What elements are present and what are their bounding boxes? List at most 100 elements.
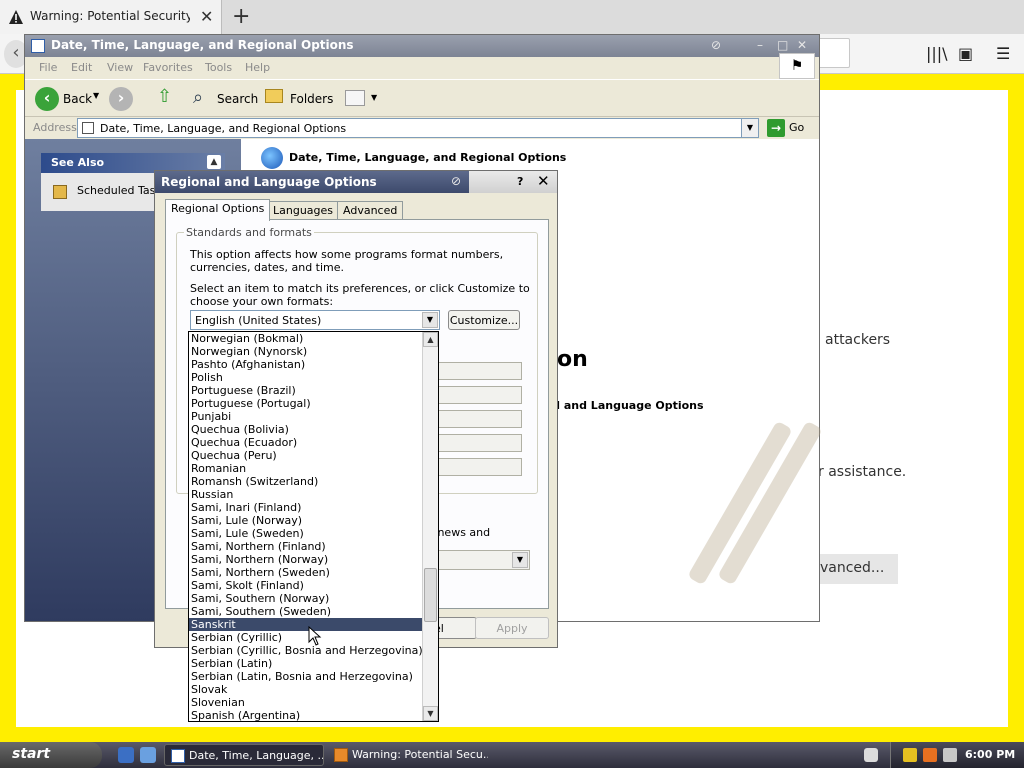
- dropdown-option[interactable]: Sami, Lule (Norway): [189, 514, 423, 527]
- tab-regional-options[interactable]: Regional Options: [165, 199, 271, 221]
- menu-edit[interactable]: Edit: [71, 61, 92, 74]
- browser-tab-title: Warning: Potential Security Risk Ah: [30, 9, 190, 23]
- dropdown-option[interactable]: Quechua (Ecuador): [189, 436, 423, 449]
- close-tab-icon[interactable]: ✕: [200, 7, 213, 26]
- taskbar-item-control-panel[interactable]: Date, Time, Language, ...: [164, 744, 324, 766]
- customize-button[interactable]: Customize...: [448, 310, 520, 330]
- address-bar: Address Date, Time, Language, and Region…: [25, 117, 819, 139]
- views-dropdown-icon[interactable]: ▼: [371, 93, 377, 102]
- dropdown-option[interactable]: Sami, Inari (Finland): [189, 501, 423, 514]
- dropdown-option[interactable]: Punjabi: [189, 410, 423, 423]
- dialog-pin-icon[interactable]: ⊘: [451, 174, 461, 188]
- maximize-icon[interactable]: □: [777, 38, 788, 52]
- chevron-down-icon[interactable]: ▼: [422, 312, 438, 328]
- library-icon[interactable]: |||\: [926, 44, 948, 63]
- security-shield-icon[interactable]: [903, 748, 917, 762]
- address-dropdown-icon[interactable]: ▼: [741, 118, 759, 138]
- dropdown-option[interactable]: Norwegian (Nynorsk): [189, 345, 423, 358]
- scroll-up-icon[interactable]: ▲: [423, 332, 438, 347]
- forward-arrow-icon[interactable]: ›: [109, 87, 133, 111]
- menu-file[interactable]: File: [39, 61, 57, 74]
- folders-button[interactable]: Folders: [290, 92, 333, 106]
- tab-languages[interactable]: Languages: [267, 201, 340, 219]
- help-button[interactable]: ?: [517, 175, 523, 188]
- back-dropdown-icon[interactable]: ▼: [93, 91, 99, 100]
- dropdown-option[interactable]: Sami, Northern (Sweden): [189, 566, 423, 579]
- apply-button[interactable]: Apply: [475, 617, 549, 639]
- firefox-icon: [334, 748, 348, 762]
- scheduled-tasks-icon: [53, 185, 67, 199]
- window-titlebar[interactable]: Date, Time, Language, and Regional Optio…: [25, 35, 819, 57]
- dropdown-option[interactable]: Quechua (Bolivia): [189, 423, 423, 436]
- dropdown-option[interactable]: Portuguese (Portugal): [189, 397, 423, 410]
- scroll-down-icon[interactable]: ▼: [423, 706, 438, 721]
- sidebar-icon[interactable]: ▣: [958, 44, 973, 63]
- views-icon[interactable]: [345, 90, 365, 106]
- page-text-assistance: r assistance.: [818, 464, 907, 480]
- taskbar-item-firefox[interactable]: Warning: Potential Secu...: [328, 744, 488, 766]
- pin-icon[interactable]: ⊘: [711, 38, 721, 52]
- search-button[interactable]: Search: [217, 92, 258, 106]
- dropdown-option[interactable]: Sami, Skolt (Finland): [189, 579, 423, 592]
- clock: 6:00 PM: [965, 748, 1016, 761]
- watermark-graphic: [689, 422, 821, 584]
- dropdown-option[interactable]: Serbian (Cyrillic, Bosnia and Herzegovin…: [189, 644, 423, 657]
- dropdown-option[interactable]: Slovenian: [189, 696, 423, 709]
- browser-tab[interactable]: Warning: Potential Security Risk Ah ✕: [0, 0, 222, 34]
- dropdown-option[interactable]: Russian: [189, 488, 423, 501]
- ie-icon[interactable]: [118, 747, 134, 763]
- format-select[interactable]: English (United States) ▼: [190, 310, 440, 330]
- dropdown-options: Norwegian (Bokmal) Norwegian (Nynorsk) Pas…: [189, 332, 423, 721]
- address-field[interactable]: Date, Time, Language, and Regional Optio…: [77, 118, 759, 138]
- dropdown-option[interactable]: Serbian (Latin): [189, 657, 423, 670]
- menu-tools[interactable]: Tools: [205, 61, 232, 74]
- dropdown-option[interactable]: Spanish (Argentina): [189, 709, 423, 721]
- quicklaunch-icon[interactable]: [140, 747, 156, 763]
- dropdown-option[interactable]: Portuguese (Brazil): [189, 384, 423, 397]
- dropdown-scrollbar[interactable]: ▲ ▼: [422, 332, 438, 721]
- new-tab-button[interactable]: +: [232, 4, 250, 29]
- dialog-titlebar[interactable]: Regional and Language Options ⊘ ? ✕: [155, 171, 557, 193]
- format-select-value: English (United States): [195, 314, 322, 327]
- control-panel-icon: [82, 122, 94, 134]
- dropdown-option[interactable]: Sami, Southern (Sweden): [189, 605, 423, 618]
- tray-search-icon[interactable]: [923, 748, 937, 762]
- scroll-thumb[interactable]: [424, 568, 437, 622]
- go-arrow-icon[interactable]: →: [767, 119, 785, 137]
- dropdown-option[interactable]: Slovak: [189, 683, 423, 696]
- dropdown-option[interactable]: Romansh (Switzerland): [189, 475, 423, 488]
- dropdown-option[interactable]: Norwegian (Bokmal): [189, 332, 423, 345]
- menu-view[interactable]: View: [107, 61, 133, 74]
- dropdown-option[interactable]: Polish: [189, 371, 423, 384]
- volume-icon[interactable]: [943, 748, 957, 762]
- format-dropdown-list[interactable]: Norwegian (Bokmal) Norwegian (Nynorsk) Pas…: [188, 331, 439, 722]
- dropdown-option[interactable]: Pashto (Afghanistan): [189, 358, 423, 371]
- dropdown-option[interactable]: Sami, Northern (Finland): [189, 540, 423, 553]
- dialog-close-button[interactable]: ✕: [537, 172, 550, 190]
- go-button[interactable]: Go: [789, 121, 804, 134]
- dropdown-option[interactable]: Quechua (Peru): [189, 449, 423, 462]
- dropdown-option[interactable]: Sami, Lule (Sweden): [189, 527, 423, 540]
- dropdown-option[interactable]: Romanian: [189, 462, 423, 475]
- up-folder-icon[interactable]: ⇧: [157, 86, 172, 107]
- close-window-icon[interactable]: ✕: [797, 38, 807, 52]
- menu-icon[interactable]: ☰: [996, 44, 1010, 63]
- chevron-down-icon[interactable]: ▼: [512, 552, 528, 568]
- tab-advanced[interactable]: Advanced: [337, 201, 404, 219]
- minimize-icon[interactable]: –: [757, 38, 763, 52]
- dropdown-option[interactable]: Sami, Southern (Norway): [189, 592, 423, 605]
- dropdown-option[interactable]: Sanskrit: [189, 618, 423, 631]
- start-button[interactable]: start: [0, 742, 102, 768]
- menu-help[interactable]: Help: [245, 61, 270, 74]
- back-arrow-icon[interactable]: ‹: [35, 87, 59, 111]
- collapse-icon[interactable]: ▲: [207, 155, 221, 169]
- keyboard-icon[interactable]: [864, 748, 878, 762]
- menu-favorites[interactable]: Favorites: [143, 61, 193, 74]
- dropdown-option[interactable]: Serbian (Cyrillic): [189, 631, 423, 644]
- dropdown-option[interactable]: Sami, Northern (Norway): [189, 553, 423, 566]
- dropdown-option[interactable]: Serbian (Latin, Bosnia and Herzegovina): [189, 670, 423, 683]
- back-button[interactable]: Back: [63, 92, 92, 106]
- taskbar-item-label: Warning: Potential Secu...: [352, 748, 488, 761]
- category-title: Date, Time, Language, and Regional Optio…: [289, 151, 567, 164]
- standards-group-label: Standards and formats: [184, 226, 314, 239]
